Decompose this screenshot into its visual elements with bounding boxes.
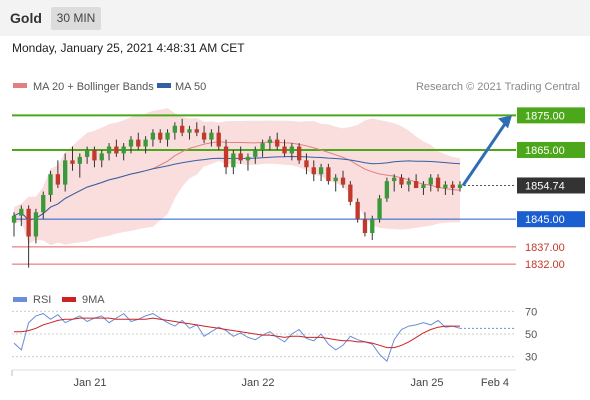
level-label-1: 1865.00 (525, 145, 565, 157)
candle-body (318, 167, 324, 175)
candle-body (362, 219, 368, 234)
candle-body (340, 177, 346, 185)
candle-body (370, 219, 375, 234)
level-label-5: 1832.00 (525, 259, 565, 271)
candle-body (11, 215, 17, 223)
ma20-legend-swatch (13, 83, 27, 88)
candle-body (282, 146, 287, 154)
level-label-3: 1845.00 (525, 214, 565, 226)
candle-body (450, 184, 455, 189)
bollinger-band (14, 108, 460, 246)
candle-body (26, 208, 31, 237)
copyright-label: Research © 2021 Trading Central (416, 81, 580, 93)
candle-body (201, 132, 207, 140)
candle-body (150, 132, 156, 140)
candle-body (421, 184, 426, 189)
candle-body (304, 160, 309, 168)
candle-body (41, 194, 46, 213)
candle-body (348, 184, 353, 202)
candle-body (245, 156, 251, 161)
candle-body (99, 153, 104, 161)
candle-body (172, 125, 178, 133)
candle-body (428, 177, 433, 185)
candle-body (392, 177, 397, 182)
candle-body (216, 132, 221, 147)
candle-body (435, 177, 441, 189)
level-label-4: 1837.00 (525, 242, 565, 254)
candle-body (267, 139, 273, 144)
candle-body (231, 153, 236, 168)
candle-body (443, 184, 448, 189)
rsi-tick-0: 70 (525, 306, 537, 318)
rsi-ma-legend-label: 9MA (82, 294, 105, 306)
candle-body (19, 208, 24, 216)
rsi-legend-swatch (13, 297, 27, 302)
candle-body (158, 132, 163, 140)
candle-body (326, 167, 331, 182)
ma20-legend-label: MA 20 + Bollinger Bands (33, 81, 154, 93)
level-label-0: 1875.00 (525, 110, 565, 122)
candle-body (187, 129, 192, 133)
candle-body (136, 139, 141, 147)
candle-body (377, 198, 382, 220)
candle-body (275, 139, 280, 147)
rsi-legend-label: RSI (33, 294, 51, 306)
x-tick-2: Jan 25 (410, 377, 443, 389)
candle-body (92, 149, 97, 161)
candle-body (406, 181, 411, 185)
candle-body (399, 177, 404, 185)
candle-body (128, 139, 134, 147)
rsi-line (13, 312, 461, 363)
candle-body (55, 174, 61, 185)
price-chart: MA 20 + Bollinger Bands MA 50 Research © 2… (11, 81, 585, 389)
candle-body (289, 146, 294, 154)
candle-body (84, 149, 90, 157)
candle-body (106, 146, 112, 154)
candle-body (114, 146, 119, 154)
level-label-2: 1854.74 (525, 180, 565, 192)
candle-body (260, 143, 265, 150)
candle-body (223, 146, 229, 168)
candle-body (253, 149, 258, 157)
candle-body (180, 125, 185, 133)
candle-body (63, 160, 68, 185)
candle-body (296, 146, 302, 161)
ma50-legend-swatch (157, 83, 171, 88)
candle-body (333, 177, 338, 182)
candle-body (48, 174, 53, 195)
x-tick-1: Jan 22 (241, 377, 274, 389)
candle-body (143, 139, 148, 147)
candle-body (121, 146, 126, 154)
candle-body (355, 201, 360, 220)
candle-body (238, 153, 243, 161)
candle-body (77, 156, 82, 164)
candle-body (384, 181, 390, 199)
candle-body (209, 132, 214, 140)
candle-body (194, 129, 199, 133)
candle-body (165, 132, 170, 140)
candle-body (457, 184, 463, 189)
x-tick-0: Jan 21 (73, 377, 106, 389)
ma50-legend-label: MA 50 (175, 81, 206, 93)
candle-body (70, 160, 75, 164)
rsi-tick-2: 30 (525, 352, 537, 364)
projection-arrow (461, 121, 508, 187)
x-tick-3: Feb 4 (481, 377, 509, 389)
candle-body (311, 167, 316, 175)
rsi-tick-1: 50 (525, 329, 537, 341)
candle-body (413, 181, 419, 189)
rsi-ma-legend-swatch (62, 297, 76, 302)
candle-body (33, 212, 39, 237)
